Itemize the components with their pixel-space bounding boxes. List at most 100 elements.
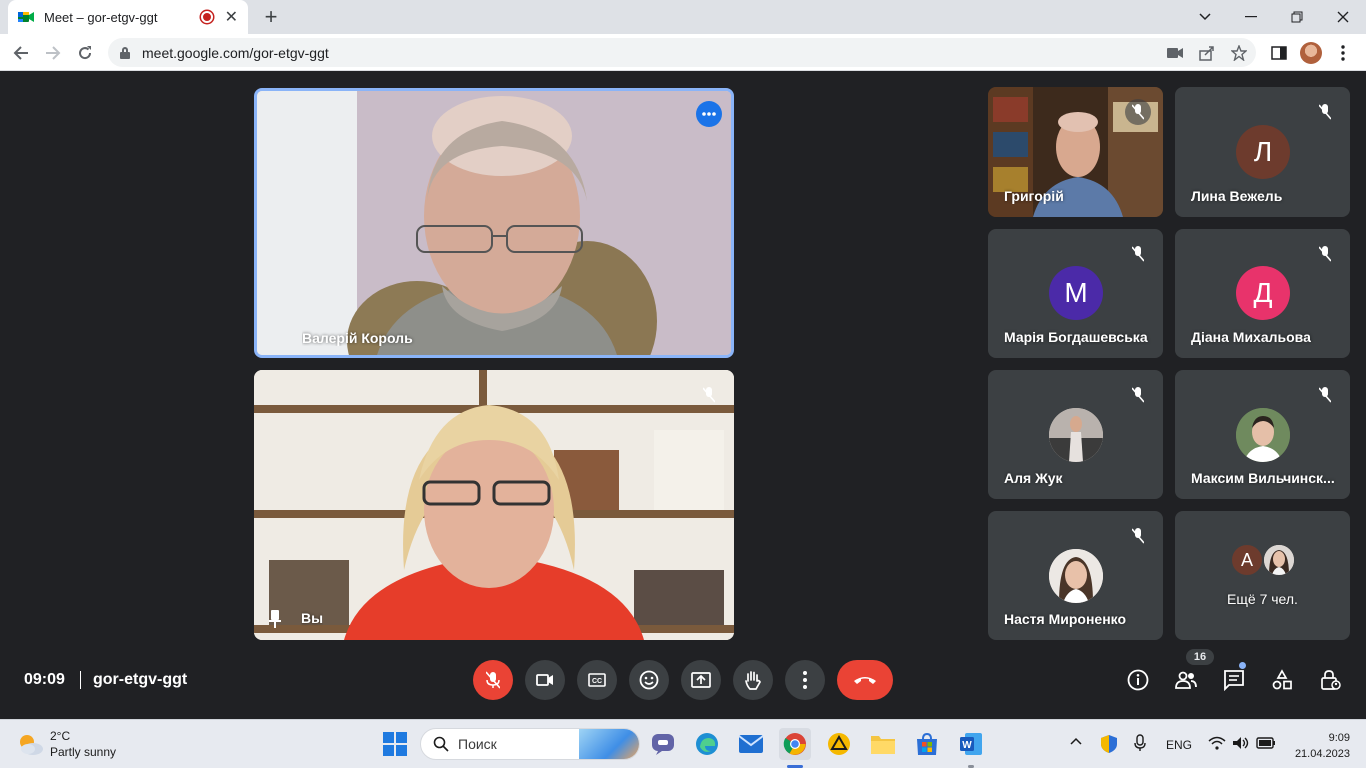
present-icon (691, 672, 711, 688)
system-date: 21.04.2023 (1294, 748, 1350, 760)
browser-toolbar: meet.google.com/gor-etgv-ggt (0, 34, 1366, 71)
participant-tile-self[interactable]: Вы (254, 370, 734, 640)
pin-icon (269, 610, 281, 633)
minimize-button[interactable] (1228, 0, 1274, 34)
meeting-details-button[interactable] (1124, 666, 1152, 694)
reactions-button[interactable] (629, 660, 669, 700)
microphone-off-icon (1125, 523, 1151, 549)
phone-hangup-icon (854, 677, 876, 684)
input-language-indicator[interactable]: ENG (1166, 738, 1192, 752)
volume-icon[interactable] (1232, 736, 1250, 753)
camera-toggle-button[interactable] (525, 660, 565, 700)
raise-hand-button[interactable] (733, 660, 773, 700)
participant-tile[interactable]: М Марія Богдашевська (988, 229, 1163, 358)
captions-icon: CC (588, 673, 606, 687)
participant-tile[interactable]: Григорій (988, 87, 1163, 217)
more-participants-tile[interactable]: A Ещё 7 чел. (1175, 511, 1350, 640)
system-time: 9:09 (1328, 732, 1350, 744)
captions-button[interactable]: CC (577, 660, 617, 700)
participant-tile-active[interactable]: Валерій Король (254, 88, 734, 358)
more-options-icon[interactable] (696, 101, 722, 127)
chrome-menu-icon[interactable] (1330, 40, 1356, 66)
edge-browser-icon[interactable] (691, 728, 723, 760)
info-icon (1127, 669, 1149, 691)
system-clock[interactable]: 9:09 21.04.2023 (1290, 730, 1350, 762)
participant-count-badge: 16 (1186, 649, 1214, 665)
browser-tab[interactable]: Meet – gor-etgv-ggt ✕ (8, 0, 248, 34)
participant-tile[interactable]: Настя Мироненко (988, 511, 1163, 640)
chat-notification-dot (1239, 662, 1246, 669)
restore-button[interactable] (1274, 0, 1320, 34)
microphone-tray-icon[interactable] (1134, 734, 1146, 755)
avatar-photo (1262, 543, 1296, 577)
google-meet-icon (18, 10, 34, 24)
profile-avatar[interactable] (1298, 40, 1324, 66)
new-tab-button[interactable]: + (258, 4, 284, 30)
microphone-off-icon (696, 382, 722, 408)
microphone-off-icon (1312, 99, 1338, 125)
microphone-off-icon (1312, 241, 1338, 267)
weather-icon[interactable] (16, 732, 44, 761)
more-participants-label: Ещё 7 чел. (1227, 591, 1298, 607)
chat-button[interactable] (1220, 666, 1248, 694)
emoji-icon (639, 670, 659, 690)
lock-icon[interactable] (120, 46, 130, 59)
avatar-photo (1236, 408, 1290, 462)
app-triangle-icon[interactable] (823, 728, 855, 760)
activities-button[interactable] (1268, 666, 1296, 694)
leave-call-button[interactable] (837, 660, 893, 700)
weather-description[interactable]: Partly sunny (50, 745, 116, 759)
participant-tile[interactable]: Д Діана Михальова (1175, 229, 1350, 358)
security-shield-icon[interactable] (1100, 734, 1118, 757)
participant-name: Лина Вежель (1191, 188, 1283, 204)
participant-name: Максим Вильчинск... (1191, 470, 1335, 486)
people-icon (1175, 671, 1197, 689)
microphone-toggle-button[interactable] (473, 660, 513, 700)
file-explorer-icon[interactable] (867, 728, 899, 760)
more-options-button[interactable] (785, 660, 825, 700)
avatar: Л (1236, 125, 1290, 179)
mail-icon[interactable] (735, 728, 767, 760)
show-hidden-icons-chevron-icon[interactable] (1070, 734, 1082, 748)
participant-tile[interactable]: Максим Вильчинск... (1175, 370, 1350, 499)
taskbar-search-box[interactable]: Поиск (420, 728, 640, 760)
people-button[interactable] (1172, 666, 1200, 694)
chrome-icon[interactable] (779, 728, 811, 760)
battery-icon[interactable] (1256, 737, 1276, 752)
host-controls-button[interactable] (1316, 666, 1344, 694)
windows-start-icon[interactable] (379, 728, 411, 760)
present-screen-button[interactable] (681, 660, 721, 700)
word-icon[interactable]: W (955, 728, 987, 760)
close-tab-icon[interactable]: ✕ (225, 7, 238, 27)
browser-tab-strip: Meet – gor-etgv-ggt ✕ + (0, 0, 1366, 34)
microphone-off-icon (1125, 241, 1151, 267)
svg-text:CC: CC (592, 678, 602, 685)
microphone-off-icon (486, 671, 500, 689)
address-bar[interactable]: meet.google.com/gor-etgv-ggt (108, 38, 1256, 67)
video-feed (254, 370, 734, 640)
participant-tile[interactable]: Л Лина Вежель (1175, 87, 1350, 217)
avatar-photo (1049, 408, 1103, 462)
camera-in-use-icon[interactable] (1166, 45, 1184, 61)
share-icon[interactable] (1198, 45, 1216, 61)
teams-chat-icon[interactable] (647, 728, 679, 760)
forward-button[interactable] (40, 40, 66, 66)
microphone-off-icon (1125, 382, 1151, 408)
back-button[interactable] (8, 40, 34, 66)
meeting-time: 09:09 (24, 671, 65, 688)
bookmark-star-icon[interactable] (1230, 45, 1248, 61)
participant-name: Валерій Король (302, 330, 413, 346)
microsoft-store-icon[interactable] (911, 728, 943, 760)
participant-tile[interactable]: Аля Жук (988, 370, 1163, 499)
avatar: A (1230, 543, 1264, 577)
tab-search-icon[interactable] (1182, 0, 1228, 34)
close-window-button[interactable] (1320, 0, 1366, 34)
divider (80, 671, 81, 689)
weather-temperature[interactable]: 2°C (50, 729, 70, 743)
chat-icon (1224, 670, 1244, 691)
wifi-icon[interactable] (1208, 736, 1226, 753)
participant-name: Настя Мироненко (1004, 611, 1127, 627)
side-panel-icon[interactable] (1266, 40, 1292, 66)
participant-name: Аля Жук (1004, 470, 1063, 486)
reload-button[interactable] (72, 40, 98, 66)
